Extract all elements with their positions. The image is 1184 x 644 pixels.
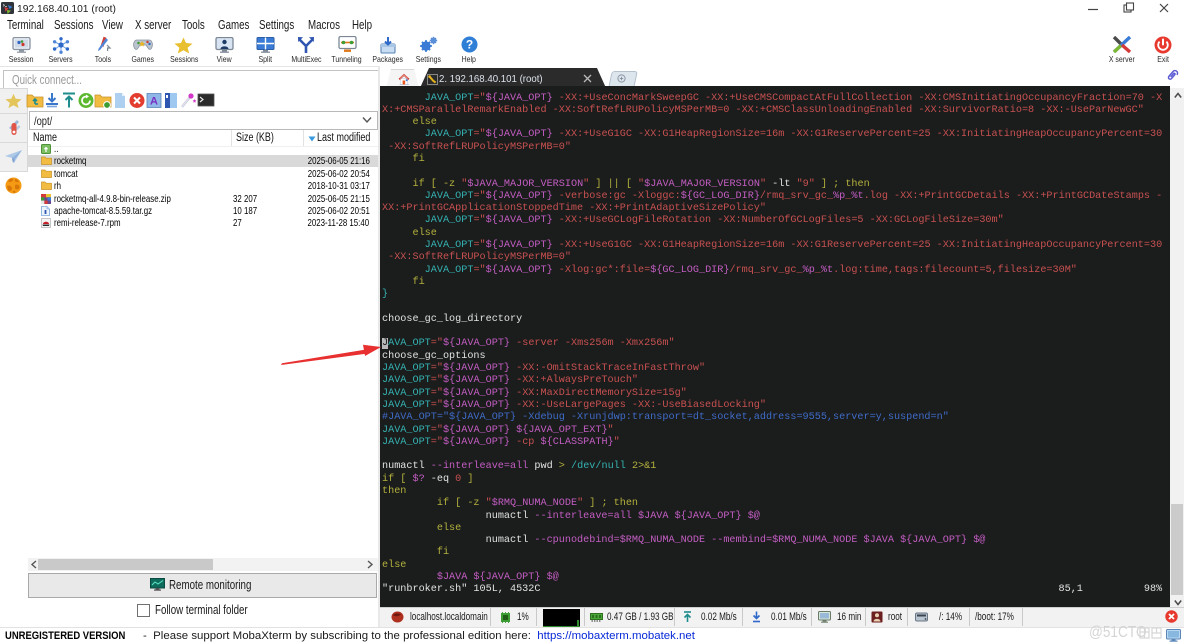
svg-text:?: ? (466, 38, 473, 52)
svg-text:A: A (150, 96, 158, 108)
